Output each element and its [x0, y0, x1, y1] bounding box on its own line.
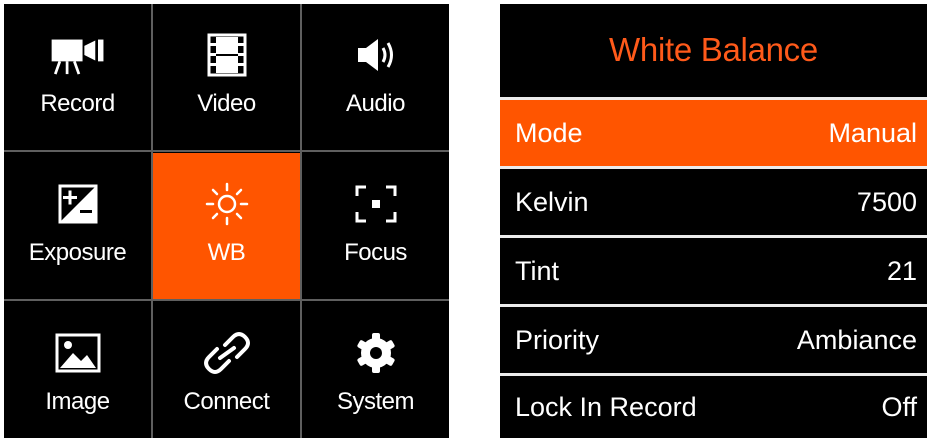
menu-item-label: Exposure	[28, 239, 127, 266]
sun-icon	[197, 181, 257, 227]
film-icon	[197, 32, 257, 78]
grid-divider	[4, 299, 449, 301]
menu-item-label: Connect	[183, 388, 270, 415]
setting-label: Priority	[515, 324, 600, 355]
setting-row-lock-in-record[interactable]: Lock In Record Off	[500, 376, 927, 438]
menu-item-audio[interactable]: Audio	[302, 4, 449, 150]
menu-item-label: Audio	[346, 90, 405, 117]
camera-icon	[48, 32, 108, 78]
setting-value: Manual	[828, 117, 917, 148]
menu-item-focus[interactable]: Focus	[302, 153, 449, 299]
menu-item-label: Image	[45, 388, 110, 415]
speaker-icon	[346, 32, 406, 78]
menu-item-label: WB	[207, 239, 246, 266]
menu-item-connect[interactable]: Connect	[153, 302, 300, 448]
grid-divider	[300, 4, 302, 438]
menu-item-system[interactable]: System	[302, 302, 449, 448]
focus-icon	[346, 181, 406, 227]
link-icon	[197, 330, 257, 376]
menu-item-exposure[interactable]: Exposure	[4, 153, 151, 299]
white-balance-panel: White Balance Mode Manual Kelvin 7500 Ti…	[500, 4, 927, 438]
exposure-icon	[48, 181, 108, 227]
setting-row-tint[interactable]: Tint 21	[500, 238, 927, 304]
menu-item-label: Record	[40, 90, 115, 117]
gear-icon	[346, 330, 406, 376]
menu-item-label: Focus	[344, 239, 407, 266]
setting-value: 7500	[856, 186, 917, 217]
image-icon	[48, 330, 108, 376]
setting-label: Tint	[515, 255, 560, 286]
main-menu-grid: Record Video Audio Exposure WB Focus Ima…	[4, 4, 449, 438]
menu-item-record[interactable]: Record	[4, 4, 151, 150]
setting-label: Kelvin	[515, 186, 589, 217]
menu-item-video[interactable]: Video	[153, 4, 300, 150]
setting-label: Lock In Record	[515, 391, 697, 422]
setting-label: Mode	[515, 117, 583, 148]
setting-row-mode[interactable]: Mode Manual	[500, 100, 927, 166]
panel-title: White Balance	[609, 31, 818, 68]
grid-divider	[151, 4, 153, 438]
menu-item-label: System	[336, 388, 415, 415]
setting-value: Ambiance	[796, 324, 917, 355]
menu-item-wb[interactable]: WB	[153, 153, 300, 299]
setting-value: 21	[886, 255, 917, 286]
menu-item-image[interactable]: Image	[4, 302, 151, 448]
setting-value: Off	[881, 391, 917, 422]
menu-item-label: Video	[197, 90, 256, 117]
setting-row-priority[interactable]: Priority Ambiance	[500, 307, 927, 373]
setting-row-kelvin[interactable]: Kelvin 7500	[500, 169, 927, 235]
grid-divider	[4, 150, 449, 152]
